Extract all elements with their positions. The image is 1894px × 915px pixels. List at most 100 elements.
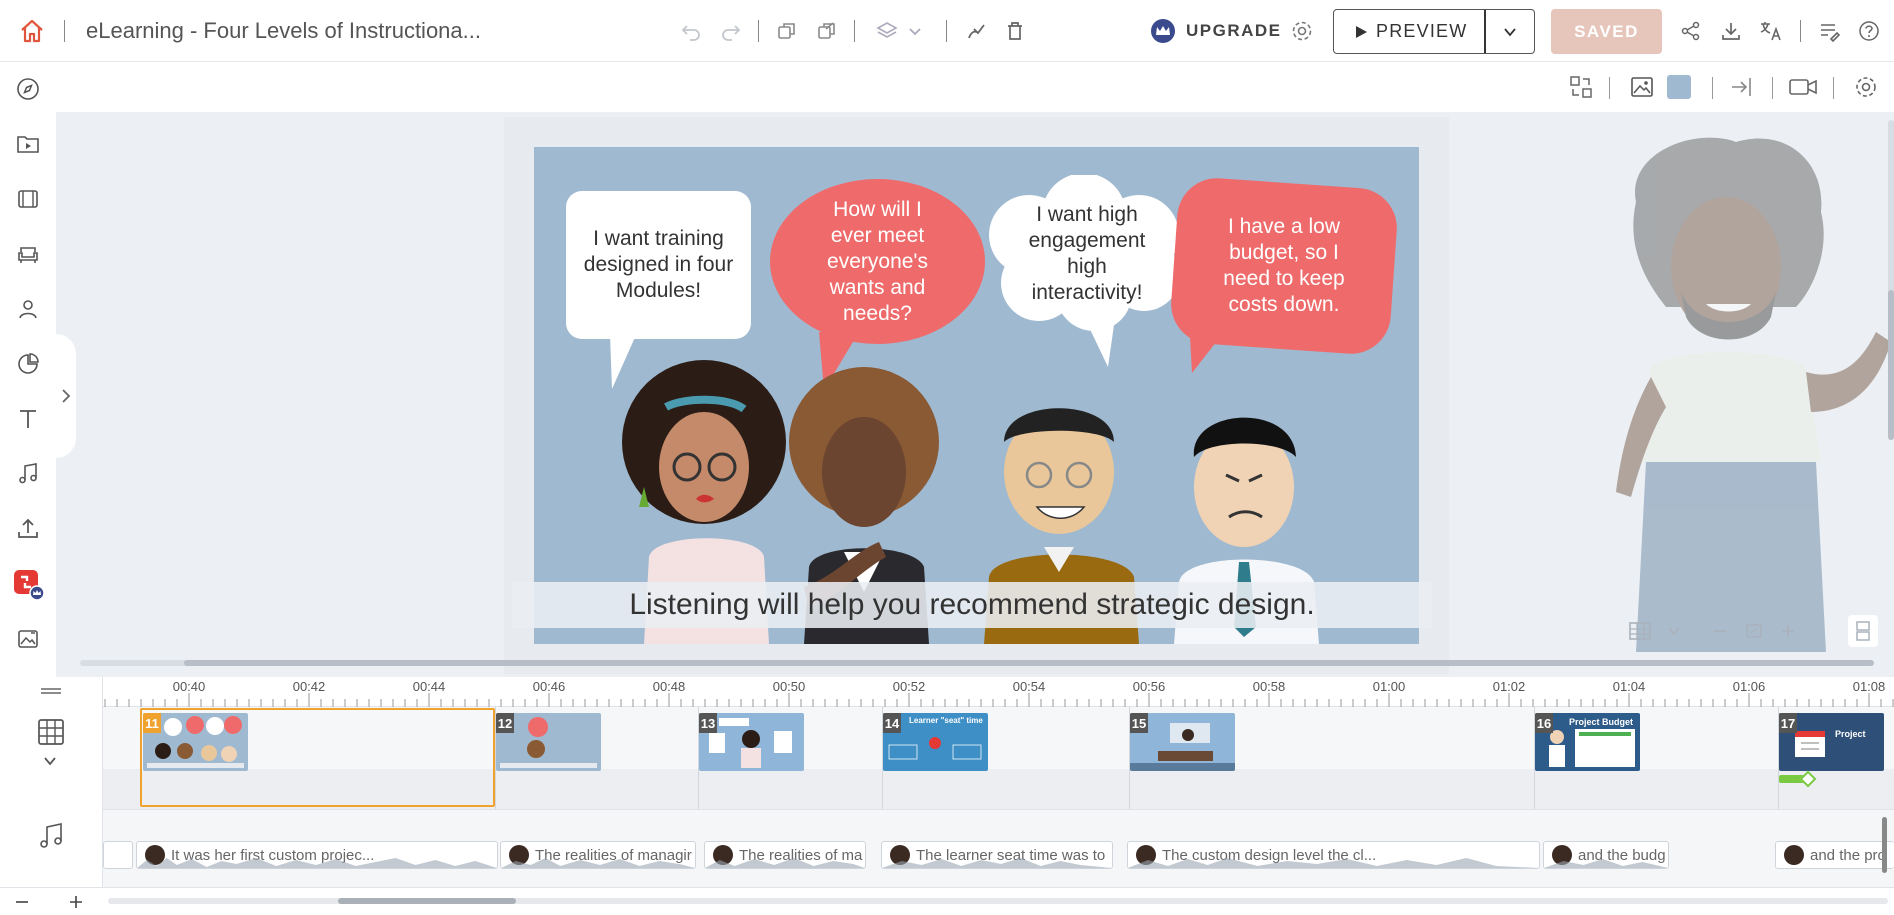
ruler-label: 00:40 [172,679,206,694]
thought-bubble-engagement[interactable]: I want high engagement high interactivit… [1012,199,1162,309]
timeline-zoom-in-icon[interactable] [68,894,84,915]
audio-clip[interactable]: It was her first custom projec... [136,841,498,869]
chevron-down-icon [1504,27,1516,36]
speech-bubble-modules[interactable]: I want training designed in four Modules… [566,191,751,339]
help-icon[interactable] [1854,16,1884,46]
image-edit-icon[interactable] [12,623,44,655]
share-icon[interactable] [1676,16,1706,46]
media-folder-icon[interactable] [12,128,44,160]
chevron-down-icon[interactable] [1666,623,1682,639]
saved-button[interactable]: SAVED [1551,9,1662,54]
transition-icon[interactable] [1727,72,1757,102]
scene-thumbnail[interactable]: 11 [143,713,248,771]
scene-11[interactable]: 11 [139,707,496,809]
scene-17[interactable]: 17 Project [1779,707,1894,809]
preview-main-button[interactable]: PREVIEW [1334,10,1486,53]
scene-12[interactable]: 12 [496,707,699,809]
bubble-text-wants: How will I ever meet everyone's wants an… [827,197,928,325]
ruler-label: 00:46 [532,679,566,694]
props-armchair-icon[interactable] [12,238,44,270]
offcanvas-character[interactable] [1576,132,1894,652]
scene-thumbnail[interactable]: 14 Learner "seat" time [883,713,988,771]
scene-thumbnail[interactable]: 16 Project Budget [1535,713,1640,771]
saved-label: SAVED [1574,21,1639,41]
settings-gear-icon[interactable] [1287,16,1317,46]
background-color-swatch[interactable] [1664,72,1694,102]
redo-icon[interactable] [716,16,746,46]
audio-clip[interactable]: The realities of ma [704,841,866,869]
layers-icon[interactable] [872,16,902,46]
audio-clip-partial[interactable] [103,841,133,869]
scene-15[interactable]: 15 [1130,707,1535,809]
divider [1712,77,1713,99]
speech-bubble-wants[interactable]: How will I ever meet everyone's wants an… [770,179,985,344]
scene-16[interactable]: 16 Project Budget [1535,707,1779,809]
trash-icon[interactable] [1000,16,1030,46]
scenes-film-icon[interactable] [12,183,44,215]
audio-clip[interactable]: The custom design level the cl... [1127,841,1540,869]
zoom-in-icon[interactable] [1778,621,1798,641]
preview-dropdown[interactable] [1486,24,1534,40]
chevron-down-icon[interactable] [900,16,930,46]
speech-bubble-budget[interactable]: I have a low budget, so I need to keep c… [1168,175,1400,357]
layout-toggle-button[interactable] [1848,615,1878,647]
timeline-ruler[interactable]: 00:40 00:42 00:44 00:46 00:48 00:50 00:52 00:54… [103,677,1894,707]
music-note-icon[interactable] [12,458,44,490]
scene-thumbnail[interactable]: 15 [1130,713,1235,771]
home-icon[interactable] [17,16,47,46]
timeline-zoom-out-icon[interactable] [14,894,30,915]
download-icon[interactable] [1716,16,1746,46]
audio-vertical-scrollbar[interactable] [1882,817,1887,873]
expand-panel-toggle[interactable] [56,334,76,458]
undo-icon[interactable] [676,16,706,46]
scene-number: 12 [496,713,514,733]
scene-thumbnail[interactable]: 17 Project [1779,713,1884,771]
preview-button[interactable]: PREVIEW [1333,9,1535,54]
brush-icon[interactable] [961,16,991,46]
premium-plugin-icon[interactable] [12,568,44,600]
canvas-horizontal-scrollbar[interactable] [80,660,1874,666]
slide-canvas[interactable]: I want training designed in four Modules… [512,147,1432,644]
scene-thumbnail[interactable]: 12 [496,713,601,771]
characters-person-icon[interactable] [12,293,44,325]
audio-clip[interactable]: and the pro [1775,841,1894,869]
timeline-horizontal-scrollbar[interactable] [108,898,1888,904]
background-image-icon[interactable] [1627,72,1657,102]
thumbnail-title: Project [1835,729,1866,739]
audio-clip[interactable]: The learner seat time was to [881,841,1113,869]
document-title[interactable]: eLearning - Four Levels of Instructiona.… [86,18,481,44]
text-icon[interactable] [12,403,44,435]
scene-thumbnail[interactable]: 13 [699,713,804,771]
scrollbar-thumb[interactable] [1888,290,1894,440]
zoom-out-icon[interactable] [1710,621,1730,641]
timeline-drag-handle[interactable] [40,683,62,701]
upload-icon[interactable] [12,513,44,545]
compass-icon[interactable] [12,73,44,105]
audio-track-icon[interactable] [36,821,66,856]
fit-screen-icon[interactable] [1744,621,1764,641]
transition-handle[interactable] [1799,770,1817,788]
charts-pie-icon[interactable] [12,348,44,380]
scene-13[interactable]: 13 [699,707,883,809]
scene-settings-gear-icon[interactable] [1851,72,1881,102]
scene-14[interactable]: 14 Learner "seat" time [883,707,1130,809]
canvas-vertical-scrollbar[interactable] [1888,120,1894,440]
translate-icon[interactable] [1756,16,1786,46]
ruler-label: 00:56 [1132,679,1166,694]
camera-icon[interactable] [1788,72,1818,102]
upgrade-button[interactable]: UPGRADE [1150,17,1282,45]
audio-clip[interactable]: The realities of managir [500,841,696,869]
scenes-track-icon[interactable] [36,717,66,752]
notes-icon[interactable] [1814,16,1844,46]
swap-icon[interactable] [1566,72,1596,102]
scrollbar-thumb[interactable] [338,898,516,904]
scrollbar-thumb[interactable] [184,660,1874,666]
ruler-label: 01:00 [1372,679,1406,694]
caption-bar[interactable]: Listening will help you recommend strate… [512,582,1432,628]
audio-clip[interactable]: and the budg [1543,841,1669,869]
chevron-down-icon[interactable] [42,754,58,773]
divider [1609,77,1610,99]
copy-icon[interactable] [772,16,802,46]
duplicate-icon[interactable] [812,16,842,46]
grid-icon[interactable] [1628,621,1652,641]
